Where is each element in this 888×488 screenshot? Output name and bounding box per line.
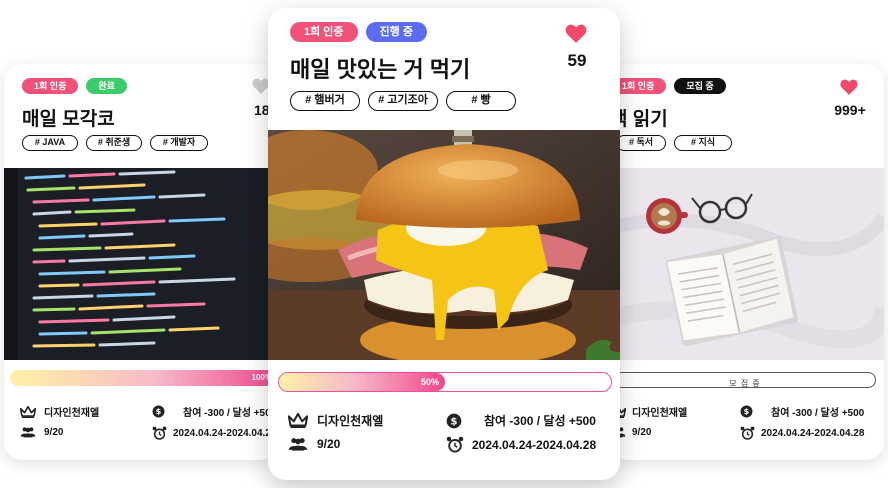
tag-chip[interactable]: # 독서: [616, 135, 666, 151]
period-text: 2024.04.24-2024.04.28: [761, 428, 865, 439]
progress-bar: 100%: [10, 370, 278, 386]
tag-list: # JAVA # 취준생 # 개발자: [22, 135, 208, 151]
period-row: 2024.04.24-2024.04.28: [740, 426, 864, 441]
card-title: 매일 모각코: [22, 109, 115, 130]
reward-row: $ 참여 -300 / 달성 +500: [446, 412, 596, 429]
dollar-coin-icon: $: [152, 405, 165, 418]
creator-name: 디자인천재엘: [317, 414, 384, 428]
svg-text:$: $: [744, 406, 750, 416]
alarm-clock-icon: [740, 426, 755, 440]
members-count: 9/20: [44, 426, 64, 438]
progress-fill: 50%: [279, 373, 445, 391]
svg-text:$: $: [451, 416, 458, 427]
reward-row: $ 참여 -300 / 달성 +500: [152, 404, 276, 419]
progress-bar: 50%: [278, 372, 612, 392]
members-count: 9/20: [317, 437, 341, 451]
tag-chip[interactable]: # 빵: [446, 91, 516, 111]
creator-row: 디자인천재엘: [288, 412, 383, 429]
book-and-coffee-image: [608, 168, 884, 360]
card-photo-burger: [268, 130, 620, 360]
card-photo-book: [608, 168, 884, 360]
tag-list: # 독서 # 지식: [616, 135, 732, 151]
like-count: 59: [567, 51, 587, 70]
period-text: 2024.04.24-2024.04.28: [472, 438, 597, 452]
card-title: 매일 맛있는 거 먹기: [290, 57, 471, 82]
card-photo-code: [4, 168, 280, 360]
creator-row: 디자인천재엘: [20, 404, 99, 419]
heart-icon[interactable]: [565, 24, 587, 43]
heart-icon[interactable]: [840, 79, 858, 95]
status-badge: 진행 중: [365, 22, 427, 42]
creator-row: 디자인천재엘: [610, 404, 687, 419]
reward-row: $ 참여 -300 / 달성 +500: [740, 404, 864, 419]
tag-chip[interactable]: # JAVA: [22, 135, 78, 151]
tag-chip[interactable]: # 취준생: [86, 135, 142, 151]
challenge-card-burger[interactable]: 1회 인증 진행 중 매일 맛있는 거 먹기 59 # 햄버거 # 고기조아 #…: [268, 8, 620, 480]
progress-label: 모 집 중: [729, 379, 761, 388]
progress-bar: 모 집 중: [614, 372, 876, 388]
period-text: 2024.04.24-2024.04.28: [173, 428, 277, 439]
svg-text:$: $: [156, 406, 162, 416]
creator-name: 디자인천재엘: [44, 408, 100, 419]
alarm-clock-icon: [152, 426, 167, 440]
members-count: 9/20: [632, 426, 652, 438]
tag-chip[interactable]: # 고기조아: [368, 91, 438, 111]
status-badge: 모집 중: [674, 78, 726, 94]
creator-name: 디자인천재엘: [632, 408, 688, 419]
badge-group: 1회 인증 모집 중: [610, 78, 726, 94]
group-icon: [20, 427, 36, 438]
tag-chip[interactable]: # 지식: [674, 135, 732, 151]
reward-text: 참여 -300 / 달성 +500: [484, 414, 596, 428]
tag-chip[interactable]: # 햄버거: [290, 91, 360, 111]
group-icon: [288, 438, 308, 451]
period-row: 2024.04.24-2024.04.28: [446, 436, 596, 454]
alarm-clock-icon: [446, 436, 464, 453]
challenge-card-reading[interactable]: 1회 인증 모집 중 책 읽기 999+ # 독서 # 지식 모 집 중 디자인…: [608, 64, 884, 460]
crown-icon: [288, 413, 308, 428]
tag-list: # 햄버거 # 고기조아 # 빵: [290, 91, 516, 111]
burger-image: [268, 130, 620, 360]
challenge-card-coding[interactable]: 1회 인증 완료 매일 모각코 18 # JAVA # 취준생 # 개발자 10…: [4, 64, 280, 460]
reward-text: 참여 -300 / 달성 +500: [771, 408, 865, 419]
verification-badge: 1회 인증: [22, 78, 79, 94]
verification-badge: 1회 인증: [290, 22, 358, 42]
members-row: 9/20: [20, 426, 63, 438]
period-row: 2024.04.24-2024.04.28: [152, 426, 276, 441]
reward-text: 참여 -300 / 달성 +500: [183, 408, 277, 419]
code-screen-image: [4, 168, 280, 360]
tag-chip[interactable]: # 개발자: [150, 135, 208, 151]
like-count: 999+: [834, 102, 866, 118]
status-badge: 완료: [86, 78, 127, 94]
progress-fill: 100%: [10, 370, 278, 386]
members-row: 9/20: [288, 437, 340, 451]
badge-group: 1회 인증 진행 중: [290, 22, 427, 42]
dollar-coin-icon: $: [446, 413, 462, 428]
badge-group: 1회 인증 완료: [22, 78, 127, 94]
dollar-coin-icon: $: [740, 405, 753, 418]
crown-icon: [20, 405, 36, 418]
